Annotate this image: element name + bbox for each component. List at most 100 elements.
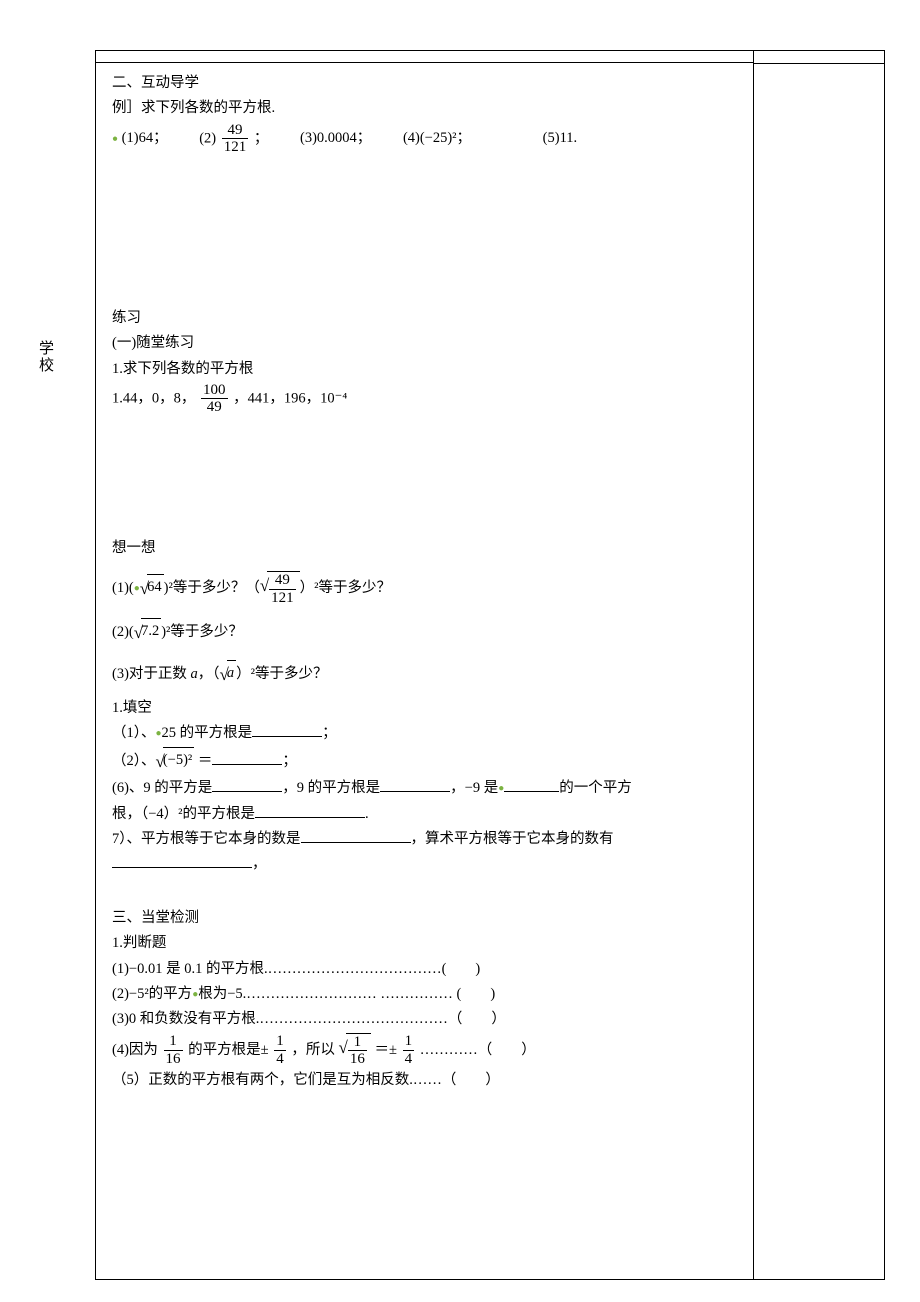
radicand: (−5)² [163, 747, 194, 773]
frac-den: 4 [403, 1051, 415, 1068]
radicand: 116 [346, 1033, 371, 1068]
spacer [112, 606, 743, 618]
fill-1-a: （1）、 [112, 725, 156, 741]
j4-d: ＝± [374, 1041, 396, 1057]
page-frame: 二、互动导学 例］求下列各数的平方根. ● (1)64； (2) 49 121 … [95, 50, 885, 1280]
j4-c: ，所以 [291, 1041, 335, 1057]
practice-heading: 练习 [112, 306, 743, 331]
margin-label-school: 学校 [35, 340, 56, 374]
radicand: a [227, 660, 236, 686]
blank [112, 854, 252, 868]
j4-a: (4)因为 [112, 1041, 158, 1057]
think-q3-a: (3)对于正数 [112, 666, 191, 682]
fill-6-d: 的一个平方 [559, 780, 632, 796]
sqrt-a: a [220, 660, 237, 690]
spacer [112, 156, 743, 306]
think-q2: (2)(7.2)²等于多少？ [112, 618, 743, 648]
fill-2-b: ＝ [194, 753, 212, 769]
frac-den: 49 [201, 399, 228, 416]
judge-sub: 1.判断题 [112, 931, 743, 956]
section-2-heading: 二、互动导学 [112, 71, 743, 96]
ex-item-3: (3)0.0004； [300, 126, 371, 151]
frac-den: 16 [348, 1051, 367, 1068]
sqrt-7-2: 7.2 [134, 618, 161, 648]
fraction-1-16: 116 [164, 1033, 183, 1067]
side-column [754, 63, 884, 1279]
example-items: ● (1)64； (2) 49 121 ； (3)0.0004； (4)(−25… [112, 122, 743, 156]
judge-2-rest: 根为−5.……………………… …………… ( ) [198, 986, 495, 1002]
ex-item-1: (1)64； [122, 126, 168, 151]
fill-6-a: (6)、9 的平方是 [112, 780, 212, 796]
fill-6-f: . [365, 806, 369, 822]
sqrt-64: 64 [140, 574, 164, 604]
fill-7-line2: ， [112, 852, 743, 877]
fill-7-a: 7）、平方根等于它本身的数是 [112, 831, 301, 847]
j4-e: …………（ ） [420, 1041, 536, 1057]
fill-1-b: 25 的平方根是 [162, 725, 253, 741]
think-q3: (3)对于正数 a，（a）²等于多少？ [112, 660, 743, 690]
practice-list: 1.44，0，8， 100 49 ，441，196，10⁻⁴ [112, 382, 743, 416]
frac-den: 4 [274, 1051, 286, 1068]
blank [301, 829, 411, 843]
frac-num: 49 [269, 572, 296, 590]
blank [252, 723, 322, 737]
fraction-49-121: 49121 [269, 572, 296, 606]
fill-6-e: 根，（−4）²的平方根是 [112, 806, 255, 822]
practice-list-pre: 1.44，0，8， [112, 390, 195, 406]
fraction-1-4: 14 [274, 1033, 286, 1067]
practice-sub: (一)随堂练习 [112, 331, 743, 356]
fraction-100-49: 100 49 [201, 382, 228, 416]
header-divider [96, 51, 753, 63]
frac-num: 1 [348, 1034, 367, 1052]
margin-label-text: 学校 [37, 340, 53, 374]
think-q1-c: ）²等于多少？ [300, 580, 391, 596]
think-q3-c: ）²等于多少？ [236, 666, 327, 682]
judge-5: （5）正数的平方根有两个，它们是互为相反数.……（ ） [112, 1068, 743, 1093]
fill-1-c: ； [322, 725, 337, 741]
sqrt-1-16: 116 [339, 1033, 371, 1068]
fill-2-a: （2）、 [112, 753, 156, 769]
judge-2-text: (2)−5²的平方 [112, 986, 192, 1002]
fill-1: （1）、●25 的平方根是； [112, 721, 743, 746]
frac-den: 121 [269, 590, 296, 607]
spacer [112, 416, 743, 536]
practice-list-post: ，441，196，10⁻⁴ [233, 390, 347, 406]
spacer [112, 878, 743, 906]
spacer [112, 648, 743, 660]
radicand: 64 [147, 574, 164, 600]
frac-num: 49 [222, 122, 249, 140]
fraction-1-16: 116 [348, 1034, 367, 1068]
judge-3: (3)0 和负数没有平方根.…………………………………（ ） [112, 1007, 743, 1032]
fill-heading: 1.填空 [112, 696, 743, 721]
sqrt-49-121: 49121 [260, 571, 300, 606]
think-q2-b: )²等于多少？ [161, 624, 243, 640]
fill-6-b: ，9 的平方根是 [282, 780, 380, 796]
section-3-heading: 三、当堂检测 [112, 906, 743, 931]
main-column: 二、互动导学 例］求下列各数的平方根. ● (1)64； (2) 49 121 … [96, 51, 754, 1279]
think-q1-b: )²等于多少？（ [164, 580, 260, 596]
fill-6-line1: (6)、9 的平方是，9 的平方根是，−9 是●的一个平方 [112, 776, 743, 801]
frac-num: 1 [403, 1033, 415, 1051]
frac-num: 1 [164, 1033, 183, 1051]
fill-6-line2: 根，（−4）²的平方根是. [112, 802, 743, 827]
j4-b: 的平方根是± [188, 1041, 268, 1057]
think-q1-a: (1)( [112, 580, 134, 596]
radicand: 7.2 [141, 618, 161, 644]
frac-den: 121 [222, 139, 249, 156]
frac-num: 1 [274, 1033, 286, 1051]
frac-den: 16 [164, 1051, 183, 1068]
judge-4: (4)因为 116 的平方根是± 14 ，所以 116 ＝± 14 …………（ … [112, 1033, 743, 1068]
fill-7-c: ， [252, 856, 267, 872]
practice-p1: 1.求下列各数的平方根 [112, 357, 743, 382]
example-label: 例］求下列各数的平方根. [112, 96, 743, 121]
fill-6-c: ，−9 是 [450, 780, 498, 796]
think-q3-b: ，（ [198, 666, 220, 682]
frac-num: 100 [201, 382, 228, 400]
bullet-dot-icon: ● [112, 133, 118, 144]
fraction-1-4: 14 [403, 1033, 415, 1067]
var-a: a [191, 666, 198, 682]
radicand: 49121 [267, 571, 300, 606]
ex-item-5: (5)11. [543, 126, 578, 151]
blank [380, 778, 450, 792]
ex-item-2: (2) 49 121 ； [199, 122, 268, 156]
